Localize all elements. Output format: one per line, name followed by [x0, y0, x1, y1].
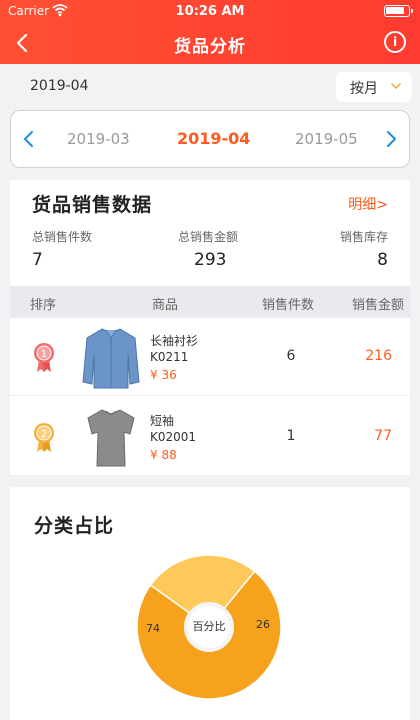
page-title: 货品分析 — [174, 37, 246, 57]
donut-center-label: 百分比 — [184, 602, 234, 652]
table-row[interactable]: 1 长袖衬衫 K0211 ¥ 36 6 216 — [10, 318, 410, 396]
sales-amount: 77 — [374, 428, 392, 444]
period-label: 按月 — [350, 81, 378, 97]
stat-total-amount-value: 293 — [194, 250, 227, 270]
sales-amount: 216 — [365, 348, 392, 364]
nav-bar: 货品分析 i — [0, 22, 420, 64]
product-name: 短袖 — [150, 414, 175, 428]
month-selector: 2019-03 2019-04 2019-05 — [10, 110, 410, 168]
info-icon[interactable]: i — [384, 31, 406, 53]
product-price: ¥ 88 — [150, 448, 177, 462]
period-select[interactable]: 按月 — [336, 72, 412, 102]
status-bar: Carrier 10:26 AM — [0, 0, 420, 22]
rank-number: 1 — [41, 349, 47, 360]
sales-count: 6 — [286, 348, 296, 364]
slice-label: 26 — [256, 618, 270, 631]
column-count: 销售件数 — [262, 298, 315, 313]
rank-medal-icon: 1 — [34, 343, 54, 372]
sales-count: 1 — [286, 428, 296, 444]
product-code: K0211 — [150, 350, 189, 364]
shirt-image — [82, 328, 140, 389]
month-active[interactable]: 2019-04 — [177, 129, 250, 148]
column-rank: 排序 — [30, 298, 57, 313]
clock: 10:26 AM — [175, 4, 245, 19]
rank-medal-icon: 2 — [34, 423, 54, 452]
month-next[interactable]: 2019-05 — [295, 130, 358, 148]
product-code: K02001 — [150, 430, 197, 444]
battery-icon — [384, 5, 413, 17]
table-header: 排序 商品 销售件数 销售金额 — [10, 286, 410, 318]
stat-total-amount-label: 总销售金额 — [178, 230, 239, 244]
current-month: 2019-04 — [30, 78, 89, 94]
category-title: 分类占比 — [34, 515, 115, 537]
column-amount: 销售金额 — [352, 298, 405, 313]
product-name: 长袖衬衫 — [150, 334, 199, 348]
stat-stock-label: 销售库存 — [339, 230, 388, 244]
detail-link[interactable]: 明细> — [348, 194, 388, 214]
rank-number: 2 — [41, 429, 47, 440]
chevron-left-icon[interactable] — [19, 129, 39, 149]
stat-stock-value: 8 — [377, 250, 388, 270]
slice-label: 74 — [146, 622, 160, 635]
month-row: 2019-04 按月 — [0, 64, 420, 108]
sales-title: 货品销售数据 — [32, 194, 153, 216]
month-prev[interactable]: 2019-03 — [67, 130, 130, 148]
stat-total-count-value: 7 — [32, 250, 43, 270]
sales-card: 货品销售数据 明细> 总销售件数 总销售金额 销售库存 7 293 8 排序 商… — [10, 180, 410, 476]
product-price: ¥ 36 — [150, 368, 177, 382]
app-header: Carrier 10:26 AM 货品分析 i — [0, 0, 420, 64]
chevron-right-icon[interactable] — [381, 129, 401, 149]
column-product: 商品 — [152, 298, 179, 313]
category-card: 分类占比 74 26 百分比 — [10, 487, 410, 720]
tshirt-image — [87, 409, 135, 467]
category-donut-chart: 74 26 百分比 — [134, 552, 284, 702]
chevron-down-icon — [391, 83, 401, 90]
table-row[interactable]: 2 短袖 K02001 ¥ 88 1 77 — [10, 398, 410, 476]
stat-total-count-label: 总销售件数 — [32, 230, 93, 244]
